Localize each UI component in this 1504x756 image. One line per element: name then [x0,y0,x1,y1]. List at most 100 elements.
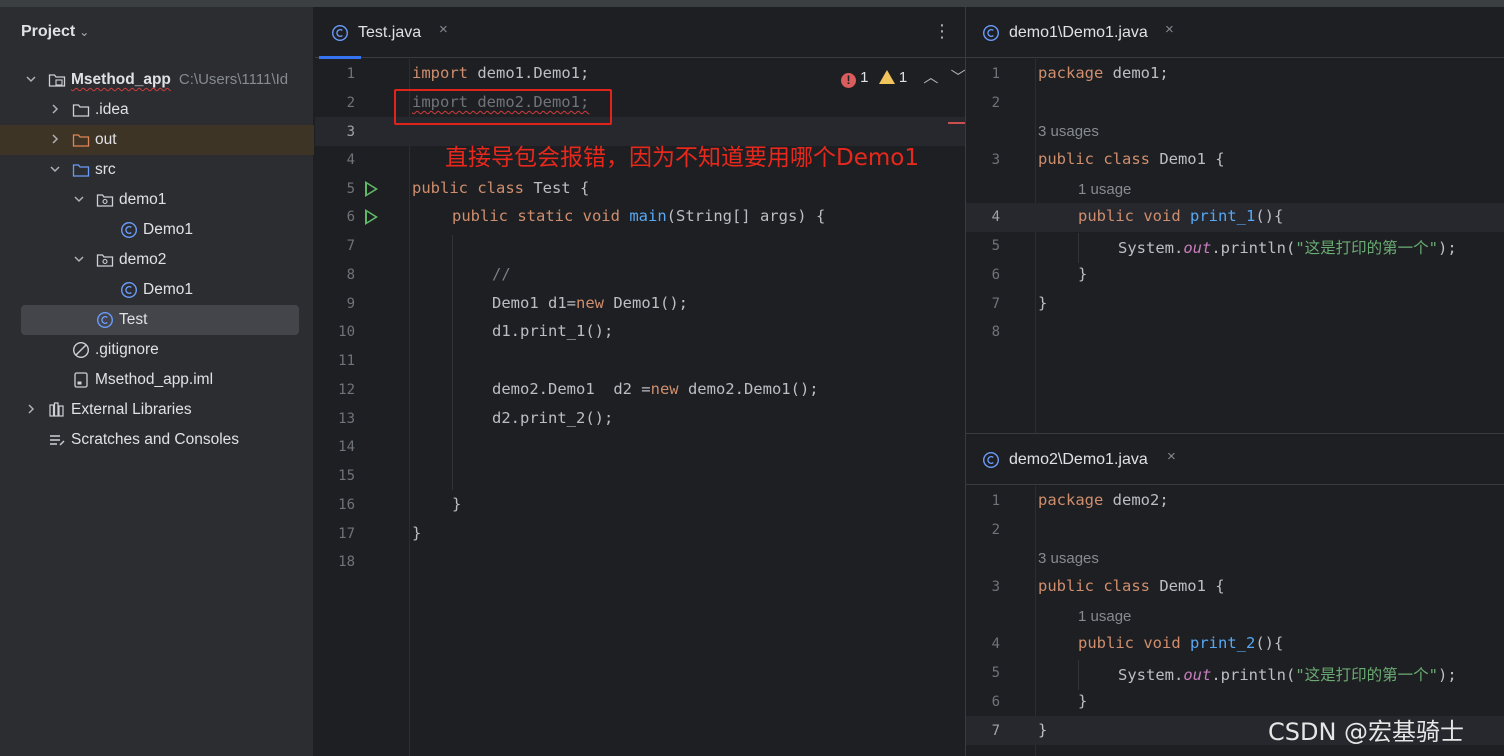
tree-item-iml[interactable]: Msethod_app.iml [0,365,314,395]
code-class-close[interactable]: } [1038,294,1047,312]
java-class-icon [982,24,1000,42]
line-number: 2 [346,95,355,111]
code-method-close[interactable]: } [1078,265,1087,283]
usages-hint-method[interactable]: 1 usage [1078,608,1131,625]
tree-item-project-root[interactable]: Msethod_app C:\Users\1111\Id [0,65,314,95]
annotation-text: 直接导包会报错，因为不知道要用哪个Demo1 [445,145,919,171]
line-number: 17 [338,526,355,542]
folder-icon [72,104,90,117]
tree-label-demo1-class: Demo1 [143,221,193,238]
code-line-8-comment[interactable]: // [492,265,511,283]
tree-item-gitignore[interactable]: .gitignore [0,335,314,365]
code-class-decl[interactable]: public class Demo1 { [1038,577,1225,595]
project-root-label: Msethod_app [71,71,171,88]
code-line-9[interactable]: Demo1 d1=new Demo1(); [492,294,688,312]
close-icon[interactable]: × [439,21,448,38]
chevron-down-icon[interactable] [49,162,61,176]
tree-item-external-libraries[interactable]: External Libraries [0,395,314,425]
java-class-icon [120,221,138,239]
run-main-icon[interactable] [365,209,378,225]
editor-pane-test[interactable]: Test.java × ⋮ 1 2 3 4 5 6 7 8 9 10 11 12… [315,7,965,756]
code-line-5[interactable]: public class Test { [412,179,589,197]
watermark: CSDN @宏基骑士 [1268,718,1465,746]
line-number: 6 [991,694,1000,710]
tree-label-idea: .idea [95,101,129,118]
indent-guide [1078,233,1079,263]
iml-file-icon [74,372,88,388]
code-line-1[interactable]: import demo1.Demo1; [412,64,589,82]
chevron-down-icon[interactable] [73,192,85,206]
chevron-right-icon[interactable] [25,402,37,416]
line-number: 5 [991,238,1000,254]
run-class-icon[interactable] [365,181,378,197]
code-class-decl[interactable]: public class Demo1 { [1038,150,1225,168]
chevron-right-icon[interactable] [49,102,61,116]
annotation-highlight-box [394,89,612,125]
code-class-close[interactable]: } [1038,721,1047,739]
code-package[interactable]: package demo1; [1038,64,1169,82]
chevron-down-icon[interactable] [25,72,37,86]
tree-item-scratches[interactable]: Scratches and Consoles [0,425,314,455]
tree-label-scratches: Scratches and Consoles [71,431,240,448]
code-method-decl[interactable]: public void print_1(){ [1078,207,1283,225]
editor-pane-demo2[interactable]: demo2\Demo1.java × 1 2 3 4 5 6 7 package… [966,434,1504,756]
package-icon [96,194,114,207]
editor-tab-bar: Test.java × ⋮ [315,7,965,59]
code-println[interactable]: System.out.println("这是打印的第一个"); [1118,663,1457,685]
tree-item-demo1-package[interactable]: demo1 [0,185,314,215]
chevron-down-icon[interactable]: ﹀ [951,69,965,86]
tree-item-demo1-class[interactable]: Demo1 [0,215,314,245]
project-title-label: Project [21,23,76,40]
line-number: 3 [991,579,1000,595]
usages-hint-method[interactable]: 1 usage [1078,181,1131,198]
code-line-6[interactable]: public static void main(String[] args) { [452,207,825,225]
gutter-divider [1035,59,1036,433]
line-number: 1 [991,66,1000,82]
gutter-divider [409,59,410,756]
usages-hint-class[interactable]: 3 usages [1038,123,1099,140]
chevron-down-icon[interactable] [73,252,85,266]
line-number: 5 [346,181,355,197]
code-println[interactable]: System.out.println("这是打印的第一个"); [1118,236,1457,258]
editor-pane-demo1[interactable]: demo1\Demo1.java × 1 2 3 4 5 6 7 8 packa… [966,7,1504,433]
chevron-down-icon[interactable]: ⌄ [79,25,89,39]
code-method-close[interactable]: } [1078,692,1087,710]
library-icon [49,402,64,417]
ignored-file-icon [72,341,90,359]
code-line-17[interactable]: } [412,524,421,542]
tree-item-demo2-class[interactable]: Demo1 [0,275,314,305]
editor-tab-bar: demo2\Demo1.java × [966,434,1504,485]
project-root-path: C:\Users\1111\Id [178,71,289,88]
java-class-icon [331,24,349,42]
tree-item-test-class[interactable]: Test [21,305,299,335]
line-number: 6 [991,267,1000,283]
java-class-icon [982,451,1000,469]
error-stripe-marker [948,122,965,124]
code-method-decl[interactable]: public void print_2(){ [1078,634,1283,652]
line-number: 4 [346,152,355,168]
usages-hint-class[interactable]: 3 usages [1038,550,1099,567]
close-icon[interactable]: × [1167,448,1176,465]
line-number: 7 [991,296,1000,312]
code-line-10[interactable]: d1.print_1(); [492,322,613,340]
code-line-16[interactable]: } [452,495,461,513]
line-number: 10 [338,324,355,340]
project-panel-title[interactable]: Project ⌄ [21,23,89,41]
line-number: 6 [346,209,355,225]
tree-item-src[interactable]: src [0,155,314,185]
close-icon[interactable]: × [1165,21,1174,38]
code-line-12[interactable]: demo2.Demo1 d2 =new demo2.Demo1(); [492,380,819,398]
tree-item-idea[interactable]: .idea [0,95,314,125]
tree-item-out[interactable]: out [0,125,314,155]
chevron-up-icon[interactable]: ︿ [923,69,938,86]
warning-icon [878,70,895,84]
code-line-13[interactable]: d2.print_2(); [492,409,613,427]
module-folder-icon [48,74,66,87]
chevron-right-icon[interactable] [49,132,61,146]
tree-label-demo2: demo2 [119,251,167,268]
code-package[interactable]: package demo2; [1038,491,1169,509]
tree-item-demo2-package[interactable]: demo2 [0,245,314,275]
inspection-widget[interactable]: ! 1 1 ︿ ﹀ [841,66,965,88]
line-number: 7 [346,238,355,254]
more-options-icon[interactable]: ⋮ [933,21,951,42]
